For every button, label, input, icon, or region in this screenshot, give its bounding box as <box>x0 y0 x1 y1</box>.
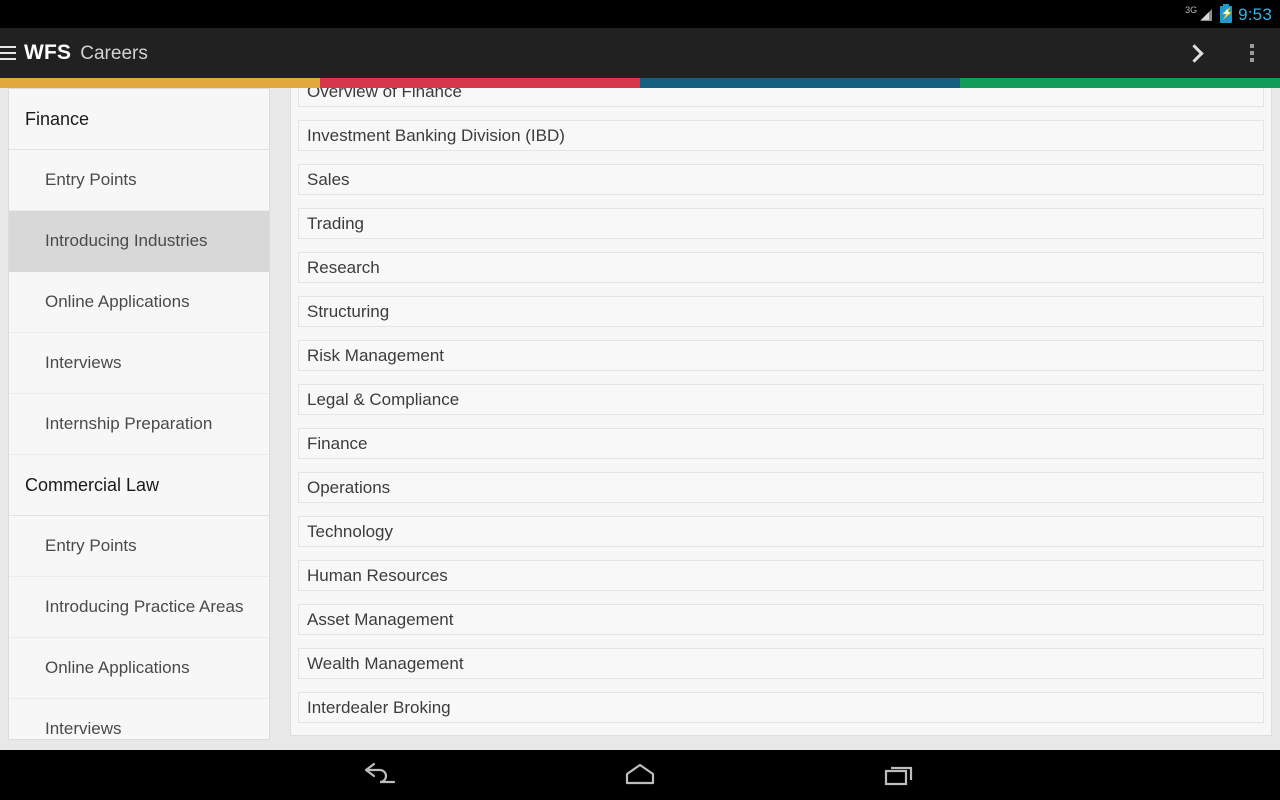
next-button[interactable] <box>1168 28 1224 78</box>
list-item[interactable]: Research <box>298 252 1264 283</box>
sidebar-navigation[interactable]: Finance Entry Points Introducing Industrie… <box>8 88 270 740</box>
brand-name: WFS <box>24 41 72 64</box>
hamburger-menu-icon[interactable] <box>0 46 16 60</box>
home-button[interactable] <box>606 750 674 800</box>
sidebar-item-entry-points[interactable]: Entry Points <box>9 516 269 577</box>
section-title: Careers <box>80 43 148 64</box>
sidebar-item-introducing-practice-areas[interactable]: Introducing Practice Areas <box>9 577 269 638</box>
android-status-bar: 3G ⚡ 9:53 <box>0 0 1280 28</box>
sidebar-item-entry-points[interactable]: Entry Points <box>9 150 269 211</box>
hamburger-line <box>0 46 16 48</box>
list-item[interactable]: Human Resources <box>298 560 1264 591</box>
list-item[interactable]: Overview of Finance <box>298 88 1264 107</box>
sidebar-group-header[interactable]: Finance <box>9 89 269 150</box>
overflow-dot <box>1250 58 1254 62</box>
content-area: Finance Entry Points Introducing Industrie… <box>0 88 1280 750</box>
list-item[interactable]: Sales <box>298 164 1264 195</box>
sidebar-item-online-applications[interactable]: Online Applications <box>9 272 269 333</box>
main-content-panel: Overview of Finance Investment Banking Di… <box>290 88 1272 736</box>
category-tab-strip[interactable] <box>0 78 1280 88</box>
overflow-menu-button[interactable] <box>1224 28 1280 78</box>
back-button[interactable] <box>346 750 414 800</box>
recent-apps-icon <box>884 766 913 786</box>
back-arrow-icon <box>364 762 396 784</box>
sidebar-item-interviews[interactable]: Interviews <box>9 699 269 739</box>
consulting-tab[interactable] <box>640 78 960 88</box>
home-icon <box>625 763 655 785</box>
list-item[interactable]: Technology <box>298 516 1264 547</box>
list-item[interactable]: Risk Management <box>298 340 1264 371</box>
signal-bars-icon: 3G <box>1185 5 1214 23</box>
recents-button[interactable] <box>866 750 934 800</box>
list-item[interactable]: Interdealer Broking <box>298 692 1264 723</box>
list-item[interactable]: Investment Banking Division (IBD) <box>298 120 1264 151</box>
list-item[interactable]: Legal & Compliance <box>298 384 1264 415</box>
battery-charging-icon: ⚡ <box>1220 3 1234 23</box>
hamburger-line <box>0 52 16 54</box>
network-type-label: 3G <box>1185 5 1198 15</box>
sidebar-item-introducing-industries[interactable]: Introducing Industries <box>9 211 269 272</box>
sidebar-item-interviews[interactable]: Interviews <box>9 333 269 394</box>
industry-list[interactable]: Overview of Finance Investment Banking Di… <box>298 88 1264 723</box>
commercial-law-tab[interactable] <box>320 78 640 88</box>
action-bar: WFS Careers <box>0 28 1280 78</box>
chevron-right-icon <box>1184 43 1204 63</box>
overflow-dot <box>1250 51 1254 55</box>
app-title[interactable]: WFS Careers <box>24 41 148 65</box>
list-item[interactable]: Operations <box>298 472 1264 503</box>
technology-tab[interactable] <box>960 78 1280 88</box>
status-bar-indicators: 3G ⚡ 9:53 <box>1185 3 1272 24</box>
sidebar-group-header[interactable]: Commercial Law <box>9 455 269 516</box>
finance-tab[interactable] <box>0 78 320 88</box>
overflow-menu-icon <box>1250 44 1254 62</box>
sidebar-item-internship-preparation[interactable]: Internship Preparation <box>9 394 269 455</box>
bolt-glyph: ⚡ <box>1220 7 1234 20</box>
sidebar-item-online-applications[interactable]: Online Applications <box>9 638 269 699</box>
app-root: 3G ⚡ 9:53 WFS Careers Finance Entry Poin… <box>0 0 1280 800</box>
list-item[interactable]: Wealth Management <box>298 648 1264 679</box>
status-bar-clock: 9:53 <box>1238 4 1272 24</box>
list-item[interactable]: Trading <box>298 208 1264 239</box>
list-item[interactable]: Finance <box>298 428 1264 459</box>
list-item[interactable]: Structuring <box>298 296 1264 327</box>
list-item[interactable]: Asset Management <box>298 604 1264 635</box>
hamburger-line <box>0 58 16 60</box>
overflow-dot <box>1250 44 1254 48</box>
android-navigation-bar <box>0 750 1280 800</box>
